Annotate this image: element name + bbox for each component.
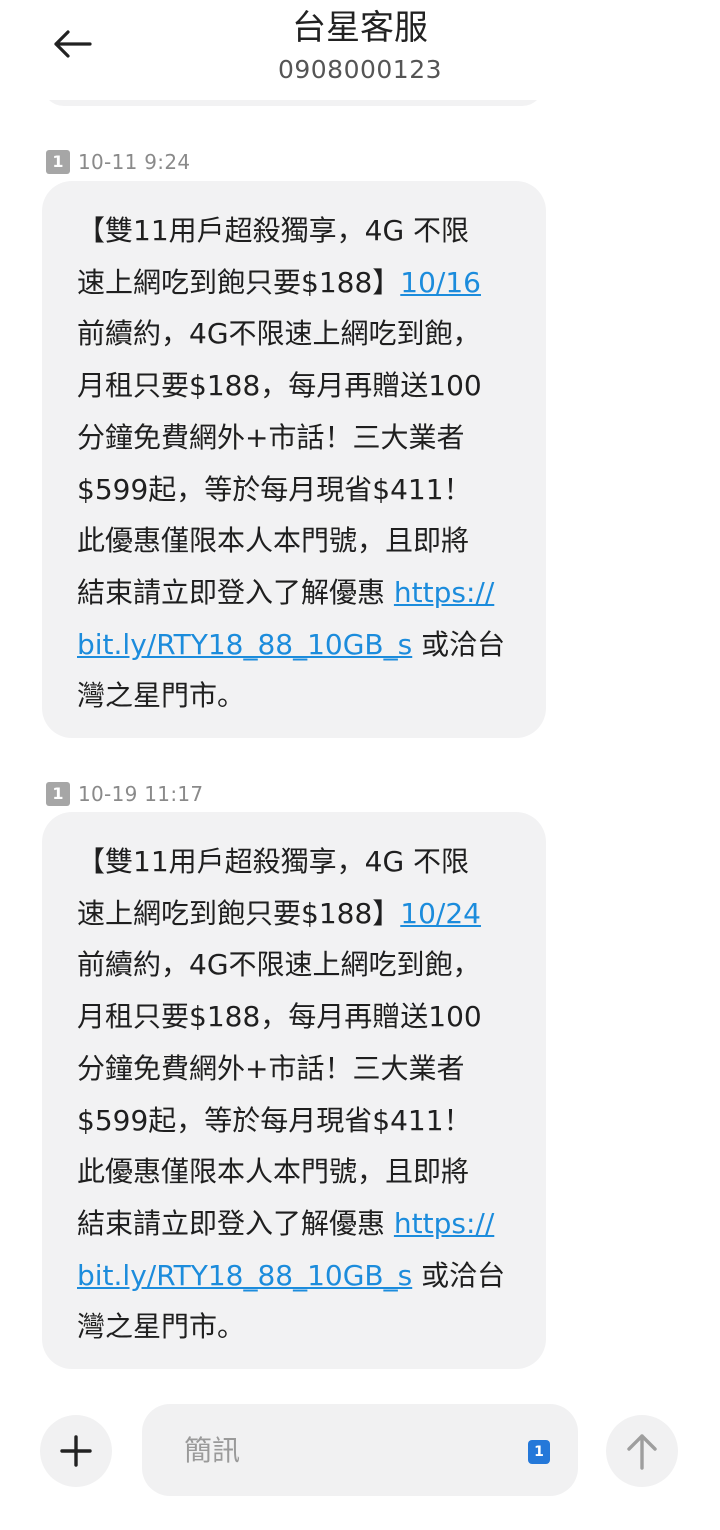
url-link[interactable]: bit.ly/RTY18_88_10GB_s (77, 1259, 412, 1292)
message-bubble[interactable]: 【雙11用戶超殺獨享，4G 不限 速上網吃到飽只要$188】10/24 前續約，… (42, 812, 546, 1369)
plus-icon (60, 1435, 92, 1467)
message-line: 速上網吃到飽只要$188】10/24 (77, 896, 481, 930)
message-input[interactable] (182, 1428, 506, 1472)
message-line: 灣之星門市。 (77, 679, 246, 713)
sim-select-icon[interactable]: 1 (528, 1440, 550, 1464)
sim-1-icon: 1 (46, 782, 70, 806)
message-meta: 1 10-11 9:24 (46, 148, 190, 176)
arrow-up-icon (627, 1434, 657, 1470)
message-line: 【雙11用戶超殺獨享，4G 不限 (77, 845, 470, 878)
conversation-header: 台星客服 0908000123 (0, 0, 720, 100)
url-link[interactable]: https:// (394, 576, 494, 609)
date-link[interactable]: 10/16 (400, 266, 481, 299)
message-line: 灣之星門市。 (77, 1310, 246, 1344)
message-meta: 1 10-19 11:17 (46, 780, 203, 808)
message-line: 結束請立即登入了解優惠 https:// (77, 1206, 495, 1240)
message-line: 前續約，4G不限速上網吃到飽， (77, 317, 481, 351)
contact-phone: 0908000123 (277, 55, 443, 84)
message-line: bit.ly/RTY18_88_10GB_s 或洽台 (77, 1258, 506, 1292)
send-button[interactable] (606, 1415, 678, 1487)
message-line: 【雙11用戶超殺獨享，4G 不限 (77, 214, 470, 247)
date-link[interactable]: 10/24 (400, 897, 481, 930)
message-line: 此優惠僅限本人本門號，且即將 (77, 1155, 470, 1189)
sim-1-icon: 1 (46, 150, 70, 174)
message-line: 分鐘免費網外+市話！三大業者 (77, 1051, 465, 1085)
message-line: bit.ly/RTY18_88_10GB_s 或洽台 (77, 627, 506, 661)
message-line: 結束請立即登入了解優惠 https:// (77, 575, 495, 609)
message-line: 速上網吃到飽只要$188】10/16 (77, 265, 481, 299)
message-line: 分鐘免費網外+市話！三大業者 (77, 420, 465, 454)
message-line: 月租只要$188，每月再贈送100 (77, 369, 482, 403)
contact-name: 台星客服 (292, 8, 428, 48)
message-input-container[interactable]: 1 (142, 1404, 578, 1496)
message-composer: 1 (0, 1400, 720, 1510)
url-link[interactable]: https:// (394, 1207, 494, 1240)
message-line: $599起，等於每月現省$411！ (77, 472, 472, 506)
message-bubble[interactable]: 【雙11用戶超殺獨享，4G 不限 速上網吃到飽只要$188】10/16 前續約，… (42, 181, 546, 738)
message-line: 月租只要$188，每月再贈送100 (77, 1000, 482, 1034)
message-line: $599起，等於每月現省$411！ (77, 1103, 472, 1137)
message-time: 10-11 9:24 (78, 150, 191, 174)
add-attachment-button[interactable] (40, 1415, 112, 1487)
message-time: 10-19 11:17 (78, 782, 204, 806)
url-link[interactable]: bit.ly/RTY18_88_10GB_s (77, 628, 412, 661)
message-line: 此優惠僅限本人本門號，且即將 (77, 524, 470, 558)
message-line: 前續約，4G不限速上網吃到飽， (77, 948, 481, 982)
